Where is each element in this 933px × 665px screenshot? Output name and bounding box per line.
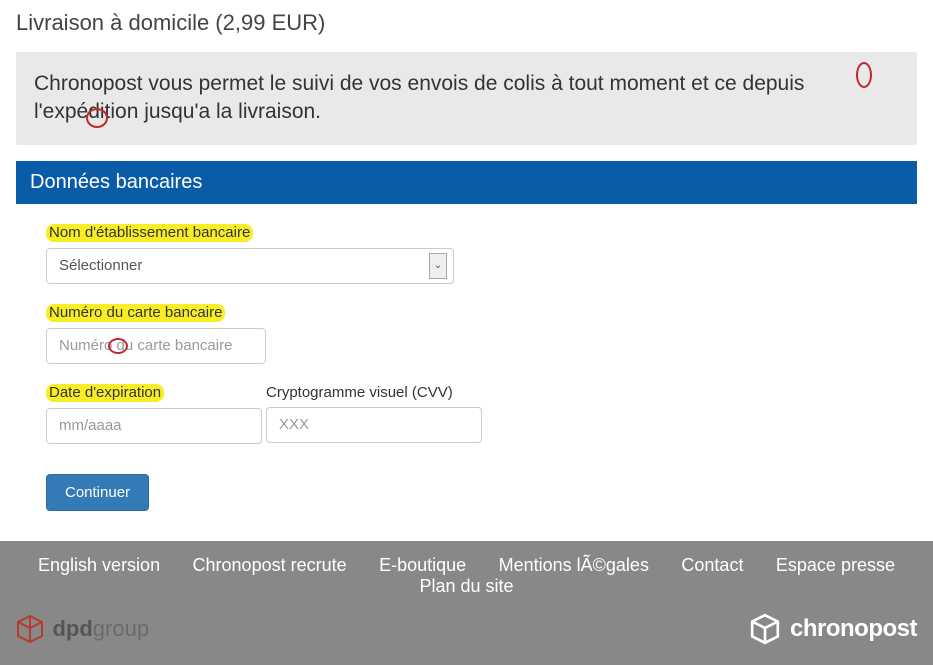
- chronopost-text: chronopost: [790, 615, 917, 642]
- expiration-input[interactable]: [46, 408, 262, 444]
- chronopost-logo: chronopost: [750, 613, 917, 645]
- field-cvv: Cryptogramme visuel (CVV): [266, 384, 486, 444]
- info-panel: Chronopost vous permet le suivi de vos e…: [16, 52, 917, 145]
- cvv-input[interactable]: [266, 407, 482, 443]
- footer-link-recrute[interactable]: Chronopost recrute: [193, 555, 347, 575]
- footer-link-plan[interactable]: Plan du site: [419, 576, 513, 596]
- field-row-exp-cvv: Date d'expiration Cryptogramme visuel (C…: [46, 384, 887, 444]
- payment-form: Nom d'établissement bancaire Sélectionne…: [0, 204, 933, 541]
- cube-icon: [16, 614, 44, 644]
- footer-link-contact[interactable]: Contact: [681, 555, 743, 575]
- bank-name-selected: Sélectionner: [59, 257, 429, 274]
- footer-link-english[interactable]: English version: [38, 555, 160, 575]
- field-bank-name: Nom d'établissement bancaire Sélectionne…: [46, 224, 887, 284]
- dpd-logo: dpdgroup: [16, 614, 149, 644]
- dpd-text: dpdgroup: [52, 616, 149, 641]
- page-title: Livraison à domicile (2,99 EUR): [0, 0, 933, 52]
- chevron-down-icon: ⌄: [429, 253, 447, 279]
- section-header: Données bancaires: [16, 161, 917, 204]
- cvv-label: Cryptogramme visuel (CVV): [266, 384, 453, 401]
- footer-links: English version Chronopost recrute E-bou…: [0, 555, 933, 597]
- field-card-number: Numéro du carte bancaire: [46, 304, 887, 364]
- expiration-label: Date d'expiration: [46, 384, 164, 402]
- footer: English version Chronopost recrute E-bou…: [0, 541, 933, 665]
- footer-link-presse[interactable]: Espace presse: [776, 555, 895, 575]
- cube-icon: [750, 613, 780, 645]
- card-number-label: Numéro du carte bancaire: [46, 304, 225, 322]
- footer-logos: dpdgroup chronopost: [0, 597, 933, 645]
- bank-name-select[interactable]: Sélectionner ⌄: [46, 248, 454, 284]
- footer-link-mentions[interactable]: Mentions lÃ©gales: [499, 555, 649, 575]
- info-text: Chronopost vous permet le suivi de vos e…: [34, 70, 899, 127]
- card-number-input[interactable]: [46, 328, 266, 364]
- field-expiration: Date d'expiration: [46, 384, 266, 444]
- continue-button[interactable]: Continuer: [46, 474, 149, 511]
- bank-name-label: Nom d'établissement bancaire: [46, 224, 253, 242]
- footer-link-eboutique[interactable]: E-boutique: [379, 555, 466, 575]
